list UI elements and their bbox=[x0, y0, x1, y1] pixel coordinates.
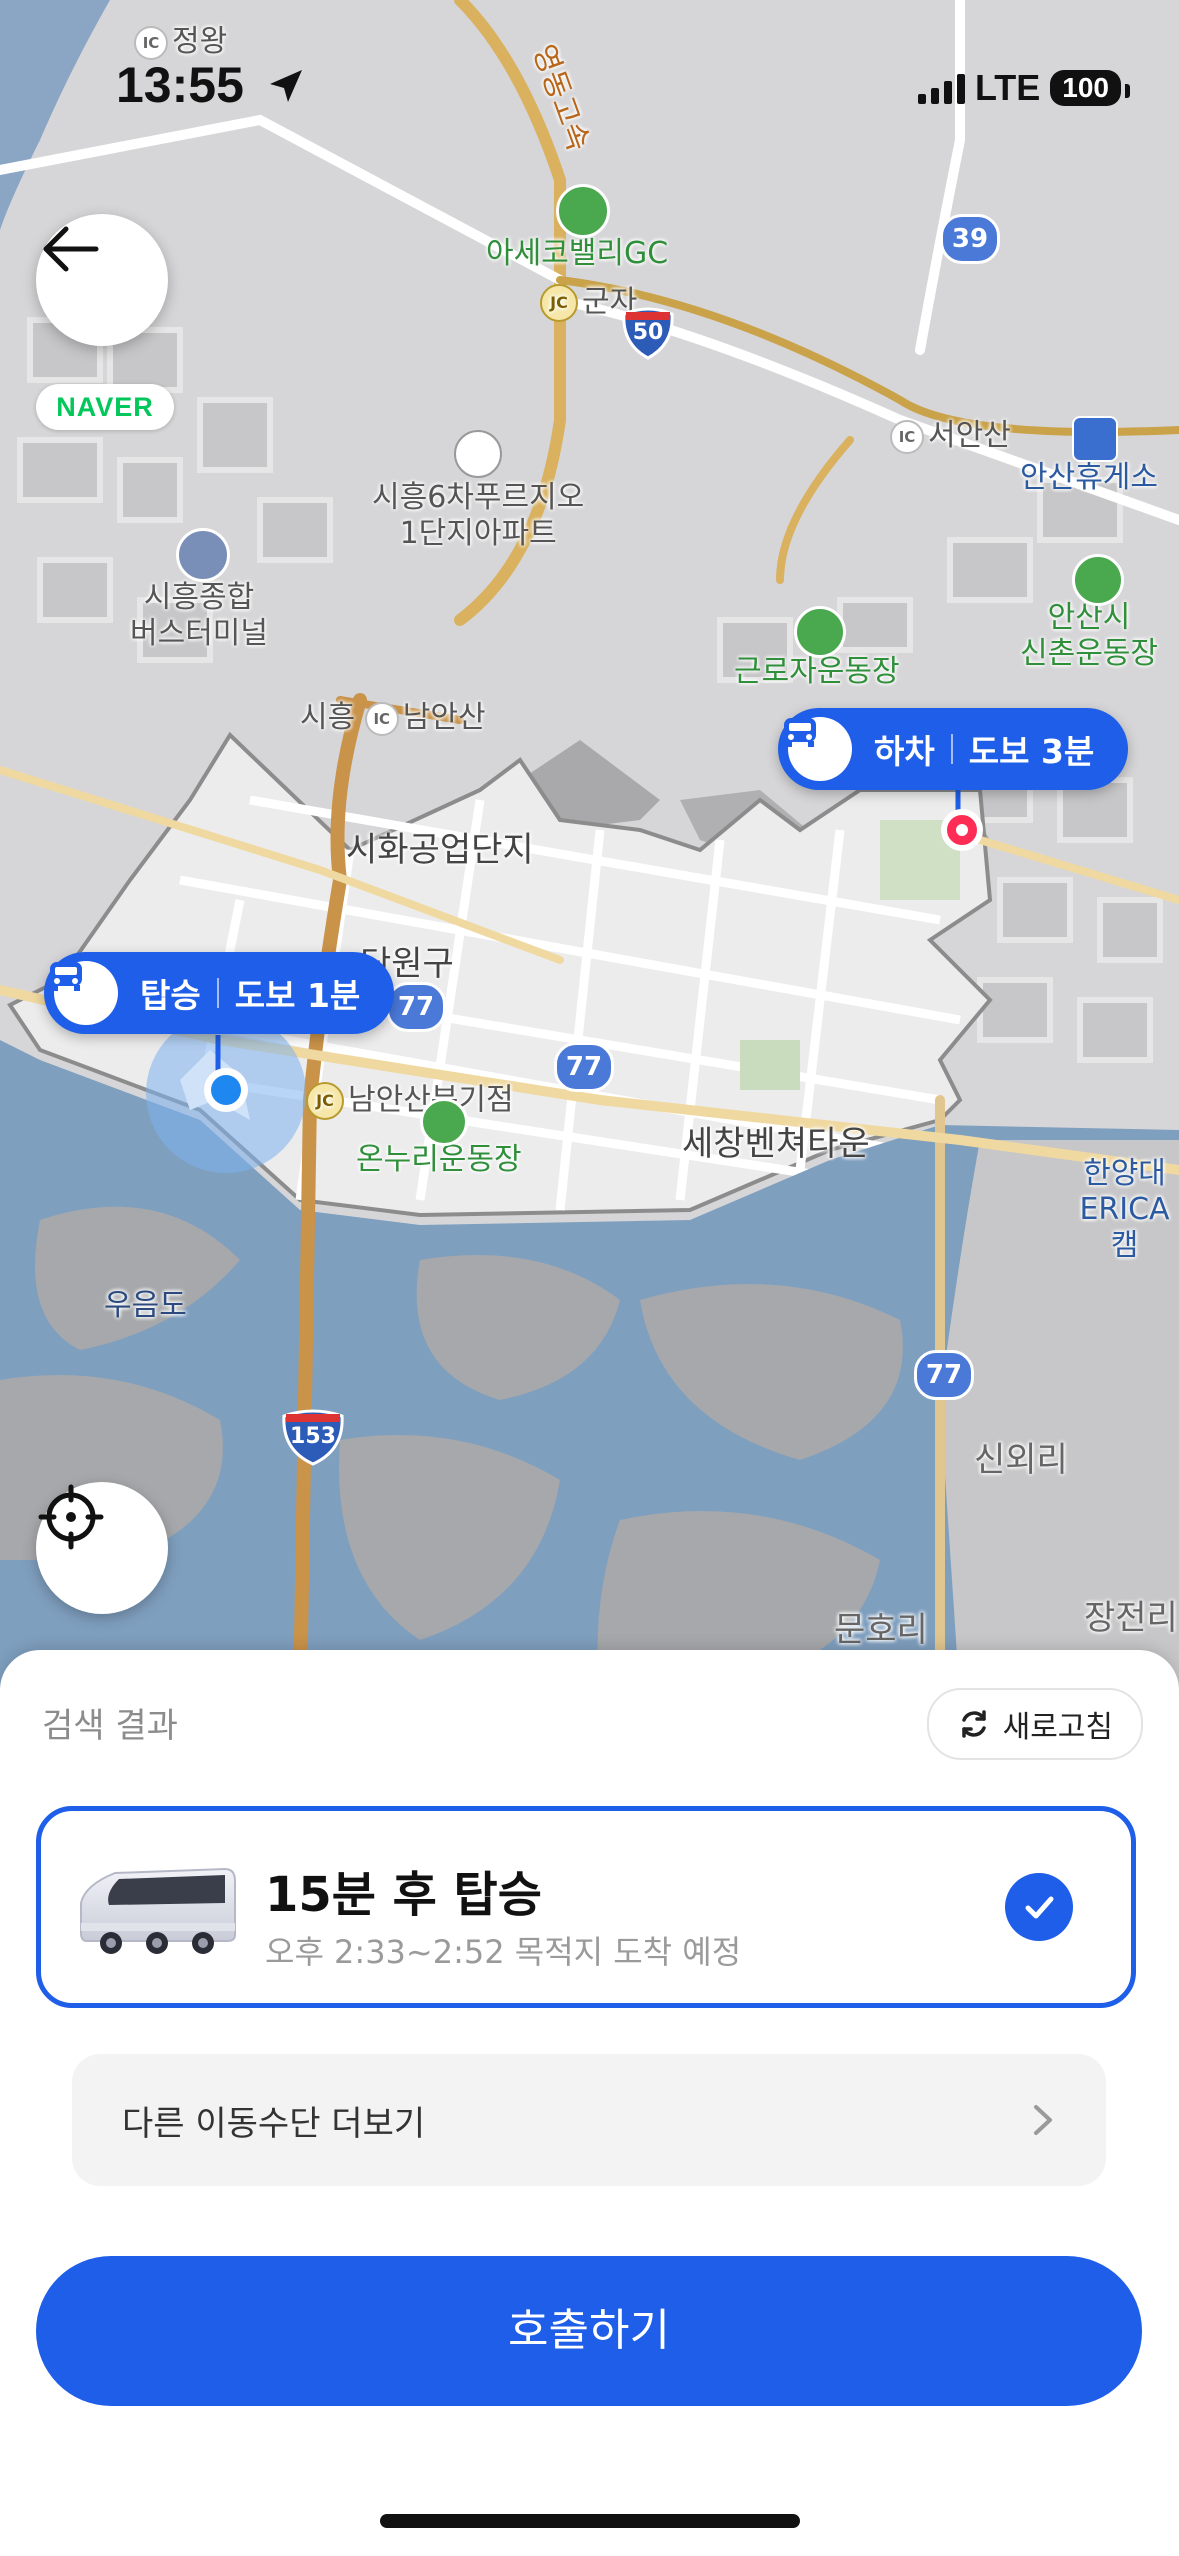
van-icon bbox=[75, 1863, 239, 1955]
map-label-rest-area: 안산휴게소 bbox=[1020, 460, 1158, 495]
results-sheet: 검색 결과 새로고침 15분 후 탑승 오후 2:33~2:52 목적지 도착 … bbox=[0, 1650, 1179, 2556]
arrow-left-icon bbox=[43, 226, 99, 272]
map-label-namansan-jct: JC 남안산분기점 bbox=[306, 1082, 514, 1120]
refresh-button[interactable]: 새로고침 bbox=[926, 1688, 1143, 1760]
divider bbox=[950, 734, 953, 764]
network-label: LTE bbox=[974, 67, 1041, 108]
map-label-namansan: 시흥 IC 남안산 bbox=[300, 700, 486, 736]
map-label-sinoeri: 신외리 bbox=[974, 1440, 1068, 1480]
stadium-poi-icon bbox=[420, 1098, 468, 1146]
call-button[interactable]: 호출하기 bbox=[36, 2256, 1142, 2406]
map-label-apt: 시흥6차푸르지오 1단지아파트 bbox=[372, 480, 585, 551]
signal-icon bbox=[917, 72, 965, 104]
dropoff-bubble[interactable]: 하차 도보 3분 bbox=[778, 708, 1129, 790]
home-indicator bbox=[380, 2514, 800, 2528]
back-button[interactable] bbox=[36, 214, 168, 346]
apartment-poi-icon bbox=[454, 430, 502, 478]
pickup-walk-time: 도보 1분 bbox=[234, 976, 361, 1015]
stadium-poi-icon bbox=[794, 606, 846, 658]
map-label-golf: 아세코밸리GC bbox=[486, 236, 669, 271]
selected-check-icon[interactable] bbox=[1005, 1873, 1073, 1941]
chevron-right-icon bbox=[1034, 2105, 1052, 2135]
route-shield-153: 153 bbox=[280, 1406, 346, 1466]
option-subtitle: 오후 2:33~2:52 목적지 도착 예정 bbox=[265, 1933, 742, 1971]
ride-option-card[interactable]: 15분 후 탑승 오후 2:33~2:52 목적지 도착 예정 bbox=[36, 1806, 1136, 2008]
map-label-ueumdo: 우음도 bbox=[104, 1288, 187, 1323]
map-label-jeongwang: IC 정왕 bbox=[134, 24, 227, 60]
battery-icon: 100 bbox=[1050, 70, 1130, 106]
stadium-poi-icon bbox=[1072, 554, 1124, 606]
map-label-hanyang: 한양대 ERICA캠 bbox=[1079, 1156, 1170, 1263]
bus-terminal-poi-icon bbox=[176, 528, 230, 582]
more-transport-button[interactable]: 다른 이동수단 더보기 bbox=[72, 2054, 1106, 2186]
option-title: 15분 후 탑승 bbox=[265, 1867, 542, 1923]
refresh-label: 새로고침 bbox=[1002, 1710, 1113, 1745]
dropoff-label: 하차 bbox=[874, 732, 935, 771]
pickup-label: 탑승 bbox=[140, 976, 201, 1015]
map-label-munhori: 문호리 bbox=[834, 1610, 928, 1650]
route-marker-39: 39 bbox=[940, 214, 1000, 264]
route-marker-77: 77 bbox=[554, 1042, 614, 1092]
crosshair-icon bbox=[38, 1484, 104, 1550]
map-view[interactable]: IC 정왕 영동고속 아세코밸리GC JC 군자 시흥6차푸르지오 1단지아파트 시… bbox=[0, 0, 1179, 1700]
more-transport-label: 다른 이동수단 더보기 bbox=[122, 2103, 426, 2144]
route-shield-50: 50 bbox=[620, 304, 676, 360]
map-label-jangjeon: 장전리 bbox=[1084, 1598, 1178, 1638]
map-label-shinchon: 안산시 신촌운동장 bbox=[1020, 600, 1158, 671]
refresh-icon bbox=[961, 1710, 986, 1738]
route-marker-77: 77 bbox=[914, 1350, 974, 1400]
status-indicators: LTE 100 bbox=[917, 66, 1130, 110]
car-icon bbox=[50, 961, 118, 1025]
map-label-seoansan: IC 서안산 bbox=[890, 418, 1011, 454]
car-icon bbox=[784, 717, 852, 781]
status-time: 13:55 bbox=[116, 57, 244, 113]
map-label-industrial: 시화공업단지 bbox=[346, 830, 534, 870]
map-label-sechang: 세창벤쳐타운 bbox=[682, 1124, 870, 1164]
location-arrow-icon bbox=[266, 66, 306, 106]
map-label-terminal: 시흥종합 버스터미널 bbox=[130, 580, 268, 651]
dropoff-walk-time: 도보 3분 bbox=[968, 732, 1095, 771]
map-label-onnuri: 온누리운동장 bbox=[356, 1142, 522, 1177]
golf-poi-icon bbox=[556, 184, 610, 238]
sheet-title: 검색 결과 bbox=[42, 1706, 178, 1746]
rest-area-poi-icon bbox=[1072, 416, 1118, 462]
naver-logo: NAVER bbox=[36, 384, 174, 430]
map-label-worker-field: 근로자운동장 bbox=[734, 654, 900, 689]
divider bbox=[216, 978, 219, 1008]
route-marker-77: 77 bbox=[386, 982, 446, 1032]
current-location-button[interactable] bbox=[36, 1482, 168, 1614]
pickup-bubble[interactable]: 탑승 도보 1분 bbox=[44, 952, 395, 1034]
